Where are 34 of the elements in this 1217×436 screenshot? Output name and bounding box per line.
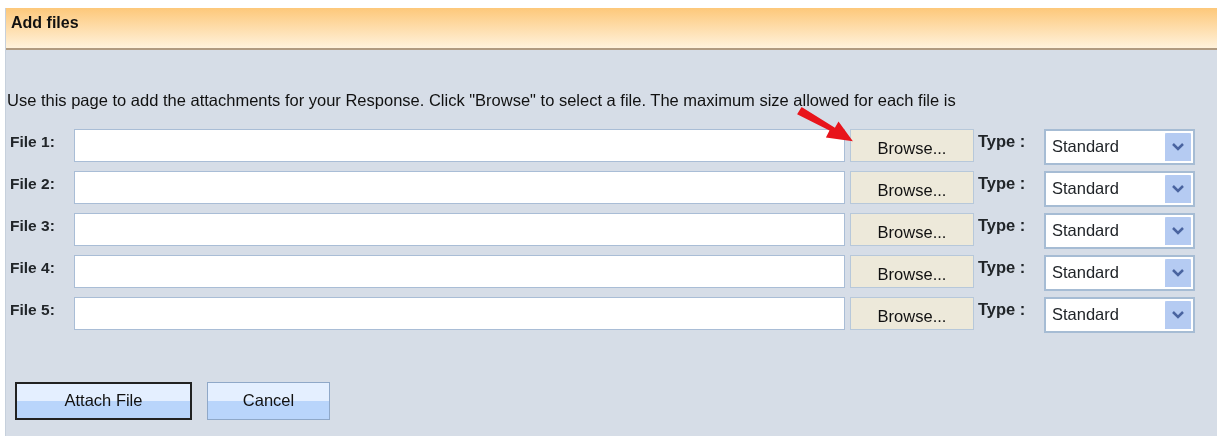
type-label: Type : (978, 298, 1027, 320)
panel-title: Add files (11, 14, 79, 31)
file-path-field[interactable] (74, 254, 845, 288)
dropdown-arrow-icon[interactable] (1165, 216, 1191, 245)
browse-button[interactable]: Browse... (850, 170, 974, 204)
cancel-button[interactable]: Cancel (207, 381, 330, 420)
attach-file-button[interactable]: Attach File (15, 381, 192, 420)
type-label: Type : (978, 256, 1027, 278)
type-dropdown[interactable]: Standard (1044, 254, 1195, 291)
browse-button[interactable]: Browse... (850, 212, 974, 246)
file-label: File 3: (9, 215, 56, 236)
dropdown-arrow-icon[interactable] (1165, 174, 1191, 203)
file-label: File 2: (9, 173, 56, 194)
file-path-field[interactable] (74, 170, 845, 204)
file-label: File 4: (9, 257, 56, 278)
browse-button[interactable]: Browse... (850, 254, 974, 288)
file-path-field[interactable] (74, 296, 845, 330)
dropdown-arrow-icon[interactable] (1165, 132, 1191, 161)
dropdown-arrow-icon[interactable] (1165, 300, 1191, 329)
description-text: Use this page to add the attachments for your Response. Click "Browse" to select a file. The maximum size allowed for each file is (7, 90, 957, 111)
type-dropdown[interactable]: Standard (1044, 296, 1195, 333)
type-dropdown[interactable]: Standard (1044, 170, 1195, 207)
file-label: File 5: (9, 299, 56, 320)
type-dropdown[interactable]: Standard (1044, 128, 1195, 165)
type-label: Type : (978, 214, 1027, 236)
type-label: Type : (978, 172, 1027, 194)
browse-button[interactable]: Browse... (850, 128, 974, 162)
type-label: Type : (978, 130, 1027, 152)
file-path-field[interactable] (74, 128, 845, 162)
file-label: File 1: (9, 131, 56, 152)
browse-button[interactable]: Browse... (850, 296, 974, 330)
dropdown-arrow-icon[interactable] (1165, 258, 1191, 287)
file-path-field[interactable] (74, 212, 845, 246)
type-dropdown[interactable]: Standard (1044, 212, 1195, 249)
